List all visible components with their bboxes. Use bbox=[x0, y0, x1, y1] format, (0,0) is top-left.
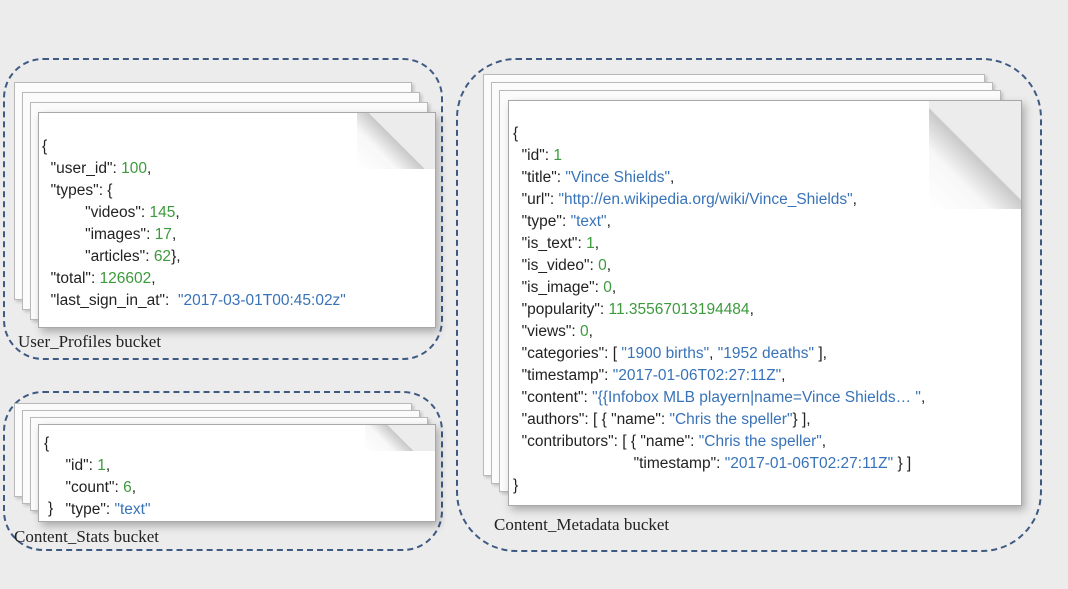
title-value: "Vince Shields" bbox=[565, 169, 671, 186]
open-brace: { bbox=[42, 138, 48, 155]
total-value: 126602 bbox=[99, 270, 152, 287]
author-name-key: "name" bbox=[611, 411, 661, 428]
page-curl-icon bbox=[357, 113, 435, 169]
author-name-value: "Chris the speller" bbox=[669, 411, 793, 428]
contributors-key: "contributors" bbox=[521, 433, 614, 450]
contributor-name-value: "Chris the speller" bbox=[698, 433, 822, 450]
contributor-timestamp-value: "2017-01-06T02:27:11Z" bbox=[724, 455, 894, 472]
user-profiles-json: { "user_id": 100, "types": { "videos": 1… bbox=[42, 138, 346, 309]
authors-key: "authors" bbox=[521, 411, 585, 428]
contributor-name-key: "name" bbox=[640, 433, 691, 450]
open-brace: { bbox=[44, 435, 50, 452]
videos-key: "videos" bbox=[85, 204, 141, 221]
user-id-value: 100 bbox=[121, 160, 147, 177]
timestamp-value: "2017-01-06T02:27:11Z" bbox=[612, 367, 782, 384]
articles-value: 62 bbox=[153, 248, 172, 265]
type-key: "type" bbox=[65, 501, 106, 518]
views-key: "views" bbox=[521, 323, 572, 340]
types-key: "types" bbox=[50, 182, 99, 199]
close-brace: } bbox=[513, 477, 519, 494]
is-image-key: "is_image" bbox=[521, 279, 595, 296]
count-key: "count" bbox=[65, 479, 115, 496]
category-item: "1952 deaths" bbox=[717, 345, 815, 362]
content-value: "{{Infobox MLB playern|name=Vince Shield… bbox=[592, 389, 921, 406]
content-metadata-json: { "id": 1 "title": "Vince Shields", "url… bbox=[513, 125, 926, 494]
views-value: 0 bbox=[580, 323, 589, 340]
user-profiles-bucket-label: User_Profiles bucket bbox=[18, 332, 162, 351]
articles-key: "articles" bbox=[85, 248, 146, 265]
title-key: "title" bbox=[521, 169, 557, 186]
content-metadata-bucket-label: Content_Metadata bucket bbox=[494, 515, 670, 534]
content-key: "content" bbox=[521, 389, 584, 406]
images-key: "images" bbox=[85, 226, 147, 243]
id-key: "id" bbox=[65, 457, 89, 474]
open-brace: { bbox=[513, 125, 519, 142]
total-key: "total" bbox=[50, 270, 91, 287]
categories-key: "categories" bbox=[521, 345, 605, 362]
type-key: "type" bbox=[521, 213, 562, 230]
contributor-timestamp-key: "timestamp" bbox=[633, 455, 717, 472]
is-image-value: 0 bbox=[603, 279, 612, 296]
content-stats-close-brace: } bbox=[48, 500, 54, 517]
page-curl-icon bbox=[929, 101, 1021, 209]
type-value: "text" bbox=[570, 213, 607, 230]
popularity-key: "popularity" bbox=[521, 301, 600, 318]
content-stats-json: { "id": 1, "count": 6, "type": "text" bbox=[44, 435, 151, 518]
is-text-value: 1 bbox=[586, 235, 595, 252]
type-value: "text" bbox=[114, 501, 151, 518]
url-value: "http://en.wikipedia.org/wiki/Vince_Shie… bbox=[558, 191, 853, 208]
page-curl-icon bbox=[365, 425, 435, 451]
user-id-key: "user_id" bbox=[50, 160, 113, 177]
category-item: "1900 births" bbox=[621, 345, 710, 362]
last-sign-in-key: "last_sign_in_at" bbox=[50, 292, 166, 309]
is-video-key: "is_video" bbox=[521, 257, 590, 274]
videos-value: 145 bbox=[149, 204, 176, 221]
images-value: 17 bbox=[154, 226, 172, 243]
timestamp-key: "timestamp" bbox=[521, 367, 605, 384]
count-value: 6 bbox=[123, 479, 132, 496]
id-value: 1 bbox=[553, 147, 562, 164]
url-key: "url" bbox=[521, 191, 550, 208]
is-text-key: "is_text" bbox=[521, 235, 578, 252]
content-stats-bucket-label: Content_Stats bucket bbox=[14, 527, 159, 546]
id-value: 1 bbox=[97, 457, 106, 474]
id-key: "id" bbox=[521, 147, 545, 164]
popularity-value: 11.35567013194484 bbox=[608, 301, 750, 318]
last-sign-in-value: "2017-03-01T00:45:02z" bbox=[177, 292, 346, 309]
is-video-value: 0 bbox=[598, 257, 607, 274]
